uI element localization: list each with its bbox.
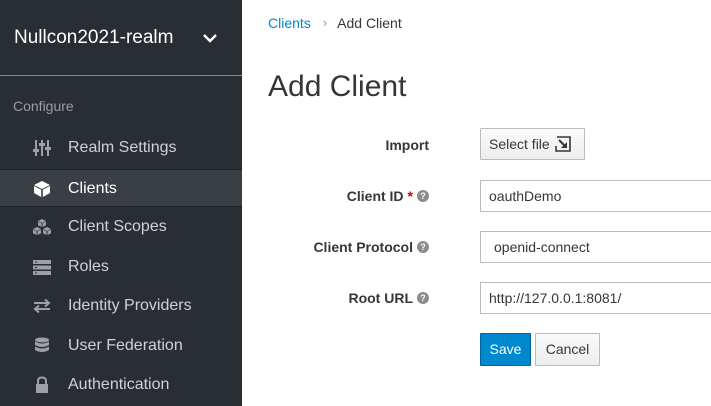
- cube-icon: [34, 181, 50, 197]
- sidebar-item-roles[interactable]: Roles: [0, 248, 242, 286]
- client-protocol-value: openid-connect: [494, 239, 590, 255]
- save-button[interactable]: Save: [480, 333, 531, 366]
- required-marker: *: [407, 188, 413, 204]
- sidebar-item-label: Roles: [68, 258, 109, 275]
- client-id-input[interactable]: [480, 180, 711, 212]
- sidebar-item-label: User Federation: [68, 337, 183, 354]
- help-icon[interactable]: ?: [417, 292, 429, 304]
- root-url-label: Root URL ?: [348, 288, 429, 308]
- cubes-icon: [33, 219, 51, 235]
- sidebar: Nullcon2021-realm Configure Realm Settin…: [0, 0, 242, 406]
- breadcrumb-link-clients[interactable]: Clients: [268, 13, 311, 33]
- sidebar-item-realm-settings[interactable]: Realm Settings: [0, 129, 242, 167]
- sliders-icon: [33, 140, 51, 156]
- help-icon[interactable]: ?: [417, 190, 429, 202]
- page-title: Add Client: [268, 70, 407, 103]
- realm-name: Nullcon2021-realm: [14, 27, 174, 48]
- select-file-label: Select file: [489, 136, 550, 152]
- client-id-label-text: Client ID: [346, 188, 404, 204]
- client-id-label: Client ID * ?: [347, 186, 429, 206]
- cancel-button[interactable]: Cancel: [535, 333, 600, 366]
- client-protocol-label: Client Protocol ?: [313, 237, 429, 257]
- breadcrumb: Clients › Add Client: [268, 13, 402, 33]
- lock-icon: [36, 376, 48, 393]
- root-url-label-text: Root URL: [348, 290, 413, 306]
- import-label: Import: [385, 135, 429, 155]
- root-url-input[interactable]: [480, 282, 711, 314]
- select-file-button[interactable]: Select file: [480, 128, 585, 160]
- chevron-down-icon: [203, 34, 217, 43]
- sidebar-item-user-federation[interactable]: User Federation: [0, 327, 242, 365]
- sidebar-item-clients[interactable]: Clients: [0, 169, 242, 207]
- breadcrumb-current: Add Client: [337, 15, 402, 31]
- sidebar-item-authentication[interactable]: Authentication: [0, 366, 242, 404]
- app-root: Nullcon2021-realm Configure Realm Settin…: [0, 0, 711, 406]
- client-protocol-label-text: Client Protocol: [313, 239, 413, 255]
- database-icon: [35, 337, 49, 352]
- list-icon: [33, 260, 51, 275]
- main-content: Clients › Add Client Add Client Import S…: [242, 0, 711, 406]
- sidebar-item-label: Authentication: [68, 376, 170, 393]
- sidebar-item-client-scopes[interactable]: Client Scopes: [0, 208, 242, 246]
- realm-selector[interactable]: Nullcon2021-realm: [0, 0, 242, 76]
- breadcrumb-separator: ›: [322, 15, 328, 30]
- client-protocol-select[interactable]: openid-connect: [480, 231, 711, 263]
- sidebar-item-identity-providers[interactable]: Identity Providers: [0, 287, 242, 325]
- sidebar-item-label: Client Scopes: [68, 218, 167, 235]
- section-title-configure: Configure: [13, 98, 74, 114]
- import-label-text: Import: [385, 137, 429, 153]
- exchange-icon: [33, 298, 51, 314]
- help-icon[interactable]: ?: [417, 241, 429, 253]
- sidebar-item-label: Clients: [68, 180, 117, 197]
- sidebar-item-label: Identity Providers: [68, 297, 192, 314]
- sidebar-item-label: Realm Settings: [68, 139, 177, 156]
- import-icon: [554, 136, 571, 152]
